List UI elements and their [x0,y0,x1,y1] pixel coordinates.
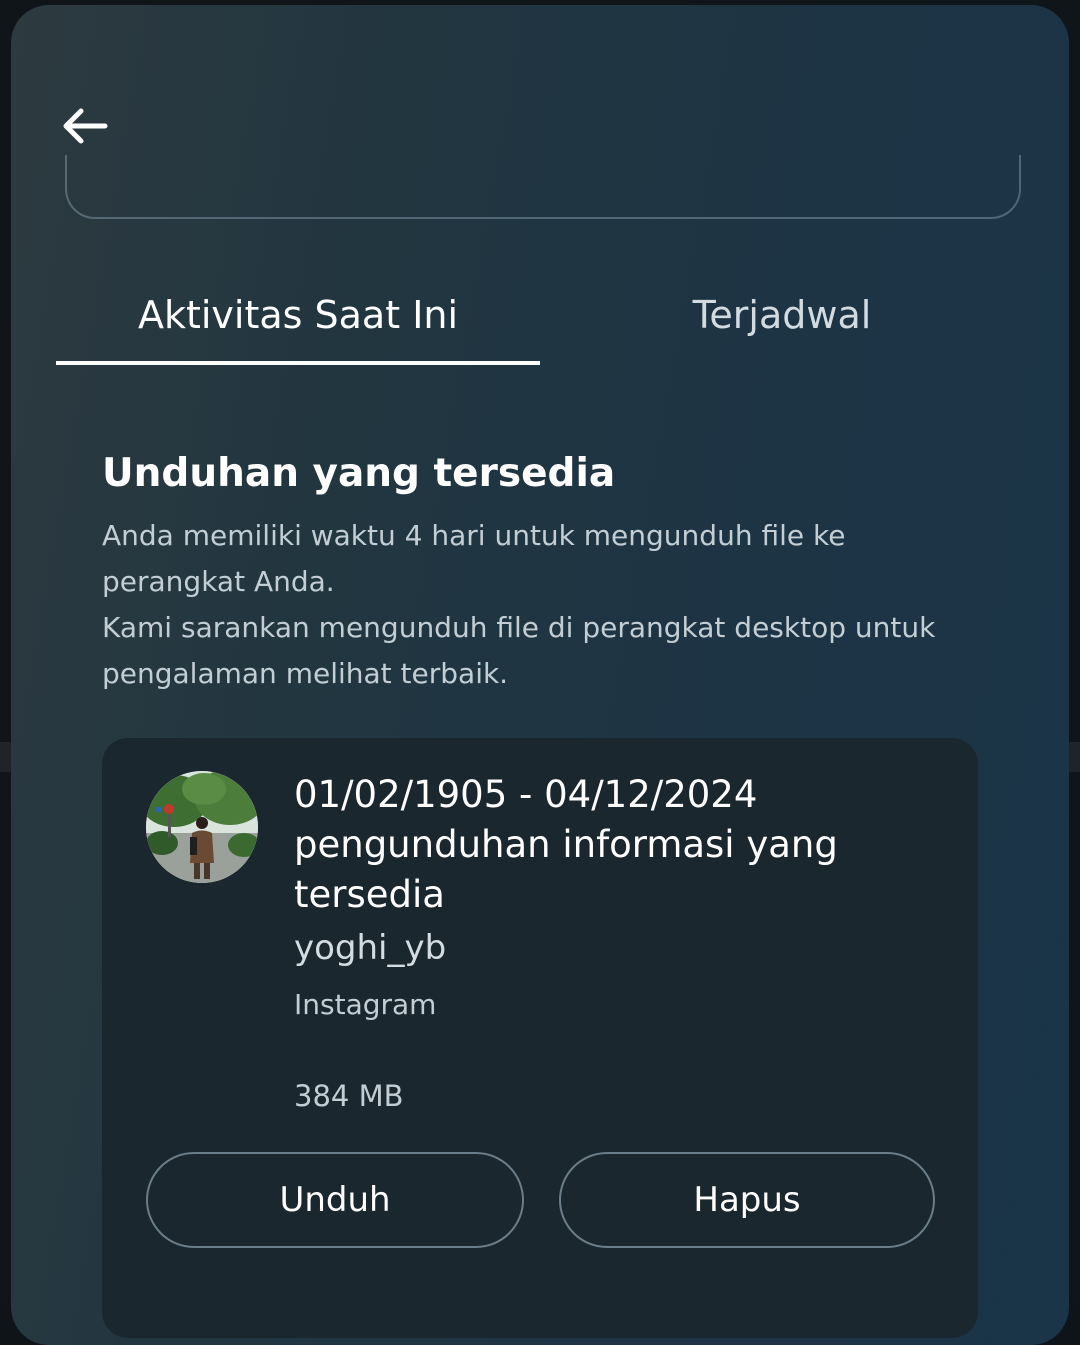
tab-current-activity[interactable]: Aktivitas Saat Ini [56,267,540,363]
description-line: Kami sarankan mengunduh file di perangka… [102,611,936,690]
account-username: yoghi_yb [294,928,447,968]
bottom-sheet: Aktivitas Saat Ini Terjadwal Unduhan yan… [11,5,1069,1345]
search-bar-edge [65,155,1021,219]
download-card: 01/02/1905 - 04/12/2024 pengunduhan info… [102,738,978,1338]
tab-bar: Aktivitas Saat Ini Terjadwal [56,267,1024,367]
download-title-line: pengunduhan informasi yang [294,823,838,866]
section-description: Anda memiliki waktu 4 hari untuk mengund… [102,513,972,697]
section-title: Unduhan yang tersedia [102,451,616,496]
active-tab-indicator [56,361,540,365]
file-size: 384 MB [294,1079,404,1113]
screen: Aktivitas Saat Ini Terjadwal Unduhan yan… [0,0,1080,1345]
avatar [146,771,258,883]
account-platform: Instagram [294,988,437,1021]
download-button[interactable]: Unduh [146,1152,524,1248]
description-line: Anda memiliki waktu 4 hari untuk mengund… [102,519,846,598]
download-title: 01/02/1905 - 04/12/2024 pengunduhan info… [294,770,934,920]
delete-button[interactable]: Hapus [559,1152,935,1248]
tab-scheduled[interactable]: Terjadwal [540,267,1024,363]
profile-photo-icon [146,771,258,883]
arrow-left-icon [63,108,108,144]
download-date-range: 01/02/1905 - 04/12/2024 [294,773,758,816]
back-button[interactable] [55,97,113,155]
download-title-line: tersedia [294,873,445,916]
